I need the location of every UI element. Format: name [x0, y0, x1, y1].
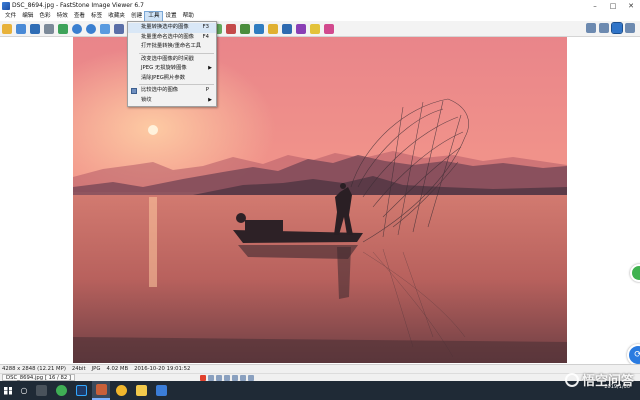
menu-clear-jpeg-params-label: 清除JPEG照片参数 — [141, 74, 185, 81]
compare-icon[interactable] — [296, 23, 306, 34]
image-bitdepth: 24bit — [71, 366, 86, 372]
fit-icon[interactable] — [100, 23, 110, 34]
wukong-logo-icon — [564, 372, 579, 387]
browse-icon[interactable] — [16, 23, 26, 34]
taskbar-photoshop[interactable] — [72, 381, 90, 400]
taskbar-task-view[interactable] — [32, 381, 50, 400]
taskbar-faststone[interactable] — [92, 381, 110, 400]
menu-change-timestamp[interactable]: 改变选中图像的时间戳 — [128, 55, 216, 65]
taskbar-store[interactable] — [152, 381, 170, 400]
file-position: DSC_8694.jpg [ 16 / 82 ] — [2, 374, 75, 381]
watermark-text: 悟空问答 — [581, 374, 634, 389]
maximize-icon[interactable]: □ — [604, 0, 622, 11]
task-view-icon — [35, 385, 47, 396]
image-format: JPG — [91, 366, 101, 372]
image-dimensions: 4288 x 2848 (12.21 MP) — [2, 366, 66, 372]
shortcut-f3: F3 — [202, 24, 209, 30]
menu-tools[interactable]: 工具 — [144, 10, 164, 22]
menu-separator — [139, 52, 214, 54]
menu-color[interactable]: 色彩 — [36, 12, 53, 21]
menu-batch-convert-label: 批量转换选中的图像 — [141, 24, 189, 30]
photoshop-icon — [75, 385, 87, 396]
zoom-in-icon[interactable] — [72, 23, 82, 34]
wallpaper-icon[interactable] — [310, 23, 320, 34]
menu-texture-label: 锁纹 — [141, 96, 152, 103]
folder-icon — [135, 385, 147, 396]
minimize-icon[interactable]: – — [586, 0, 604, 11]
zoom-out-icon[interactable] — [86, 23, 96, 34]
taskbar-folder[interactable] — [132, 381, 150, 400]
submenu-arrow-icon: ▶ — [208, 65, 212, 71]
menu-batch-rename[interactable]: 批量重命名选中的图像 F4 — [128, 33, 216, 43]
status-bar: DSC_8694.jpg [ 16 / 82 ] — [0, 373, 640, 381]
shortcut-f4: F4 — [202, 33, 209, 40]
menu-help[interactable]: 帮助 — [180, 12, 197, 21]
image-date: 2016-10-20 19:01:52 — [134, 366, 191, 372]
effects-icon[interactable] — [226, 23, 236, 34]
close-icon[interactable]: ✕ — [622, 0, 640, 11]
menu-bar: 文件 编辑 色彩 特效 查看 标签 收藏夹 创建 工具 设置 帮助 — [0, 10, 640, 22]
image-filesize: 4.02 MB — [106, 366, 129, 372]
faststone-app-icon — [2, 1, 10, 10]
menu-edit[interactable]: 编辑 — [19, 12, 36, 21]
faststone-icon — [95, 384, 107, 395]
thumbnail-icon[interactable] — [625, 23, 635, 33]
start-button[interactable] — [0, 381, 16, 400]
menu-texture[interactable]: 锁纹 ▶ — [128, 96, 216, 106]
email-icon[interactable] — [268, 23, 278, 34]
fullscreen-icon[interactable] — [611, 22, 623, 34]
wukong-watermark: 悟空问答 — [564, 370, 634, 389]
draw-icon[interactable] — [240, 23, 250, 34]
menu-settings[interactable]: 设置 — [162, 12, 179, 21]
search-icon[interactable]: ○ — [16, 381, 32, 400]
menu-batch-rename-label: 批量重命名选中的图像 — [141, 33, 194, 40]
menu-open-batch-tool-label: 打开批量转换/重命名工具 — [141, 43, 202, 49]
window-title: DSC_8694.jpg - FastStone Image Viewer 6.… — [12, 2, 144, 9]
taskbar-browser[interactable] — [112, 381, 130, 400]
menu-clear-jpeg-params[interactable]: 清除JPEG照片参数 — [128, 74, 216, 84]
compare-icon — [131, 88, 137, 94]
menu-compare-images-label: 比较选中的图像 — [141, 87, 179, 93]
chrome-icon — [55, 385, 67, 396]
shortcut-p: P — [205, 87, 209, 93]
store-icon — [155, 385, 167, 396]
menu-open-batch-tool[interactable]: 打开批量转换/重命名工具 — [128, 42, 216, 52]
text-icon[interactable] — [254, 23, 264, 34]
save-icon[interactable] — [30, 23, 40, 34]
list-view-icon[interactable] — [586, 23, 596, 33]
view-mode-group — [586, 22, 638, 34]
windows-taskbar: ○ 2019/1/30 — [0, 381, 640, 400]
tools-dropdown-menu: 批量转换选中的图像 F3 批量重命名选中的图像 F4 打开批量转换/重命名工具 改变… — [127, 21, 217, 107]
toolbar — [0, 21, 640, 37]
windows-logo-icon — [4, 386, 12, 395]
image-viewport[interactable] — [0, 37, 640, 365]
menu-file[interactable]: 文件 — [2, 12, 19, 21]
title-bar: DSC_8694.jpg - FastStone Image Viewer 6.… — [0, 0, 640, 11]
menu-compare-images[interactable]: 比较选中的图像 P — [128, 86, 216, 96]
menu-create[interactable]: 创建 — [128, 12, 145, 21]
image-info-bar: 4288 x 2848 (12.21 MP) 24bit JPG 4.02 MB… — [0, 364, 640, 373]
window-controls: – □ ✕ — [586, 0, 640, 11]
menu-effects[interactable]: 特效 — [54, 12, 71, 21]
slideshow-icon[interactable] — [282, 23, 292, 34]
menu-jpeg-lossless-rotate[interactable]: JPEG 无损旋转图像 ▶ — [128, 64, 216, 74]
browser-icon — [115, 385, 127, 396]
menu-change-timestamp-label: 改变选中图像的时间戳 — [141, 55, 194, 62]
submenu-arrow-icon: ▶ — [208, 96, 212, 103]
menu-tags[interactable]: 标签 — [88, 12, 105, 21]
open-icon[interactable] — [2, 23, 12, 34]
menu-jpeg-lossless-rotate-label: JPEG 无损旋转图像 — [141, 65, 187, 71]
prev-icon[interactable] — [58, 23, 68, 34]
taskbar-chrome[interactable] — [52, 381, 70, 400]
settings-icon[interactable] — [324, 23, 334, 34]
menu-view[interactable]: 查看 — [71, 12, 88, 21]
grid-view-icon[interactable] — [599, 23, 609, 33]
menu-favorites[interactable]: 收藏夹 — [105, 12, 128, 21]
print-icon[interactable] — [44, 23, 54, 34]
menu-batch-convert[interactable]: 批量转换选中的图像 F3 — [128, 23, 216, 33]
actual-size-icon[interactable] — [114, 23, 124, 34]
menu-separator — [139, 84, 214, 85]
